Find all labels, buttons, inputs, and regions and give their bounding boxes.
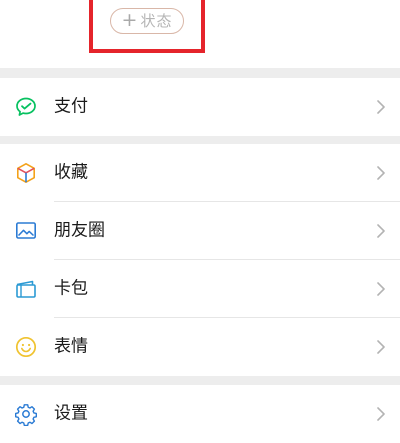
menu-item-label: 卡包 (54, 278, 88, 299)
chevron-right-icon (377, 100, 385, 114)
menu-item-favorites[interactable]: 收藏 (0, 144, 400, 202)
menu-group-settings: 设置 (0, 385, 400, 443)
add-status-button[interactable]: + 状态 (110, 8, 184, 34)
gear-icon (15, 404, 37, 426)
chevron-right-icon (377, 166, 385, 180)
menu-item-stickers[interactable]: 表情 (0, 318, 400, 376)
menu-item-label: 收藏 (54, 162, 88, 183)
chevron-right-icon (377, 340, 385, 354)
menu-item-label: 朋友圈 (54, 220, 105, 241)
menu-item-moments[interactable]: 朋友圈 (0, 202, 400, 260)
cube-icon (17, 163, 35, 183)
picture-icon (15, 222, 36, 239)
add-status-label: 状态 (140, 11, 173, 30)
wechat-pay-icon (16, 97, 36, 116)
menu-item-label: 设置 (54, 403, 88, 424)
menu-group-main: 收藏 朋友圈 卡包 表情 (0, 144, 400, 376)
profile-header-area: + 状态 (0, 0, 400, 68)
plus-icon: + (121, 8, 138, 31)
card-wallet-icon (16, 280, 36, 298)
chevron-right-icon (377, 407, 385, 421)
menu-item-settings[interactable]: 设置 (0, 385, 400, 443)
menu-item-pay[interactable]: 支付 (0, 78, 400, 136)
menu-item-label: 表情 (54, 336, 88, 357)
chevron-right-icon (377, 282, 385, 296)
menu-item-label: 支付 (54, 96, 88, 117)
chevron-right-icon (377, 224, 385, 238)
menu-item-cards[interactable]: 卡包 (0, 260, 400, 318)
menu-group-pay: 支付 (0, 78, 400, 136)
smiley-icon (15, 336, 37, 358)
